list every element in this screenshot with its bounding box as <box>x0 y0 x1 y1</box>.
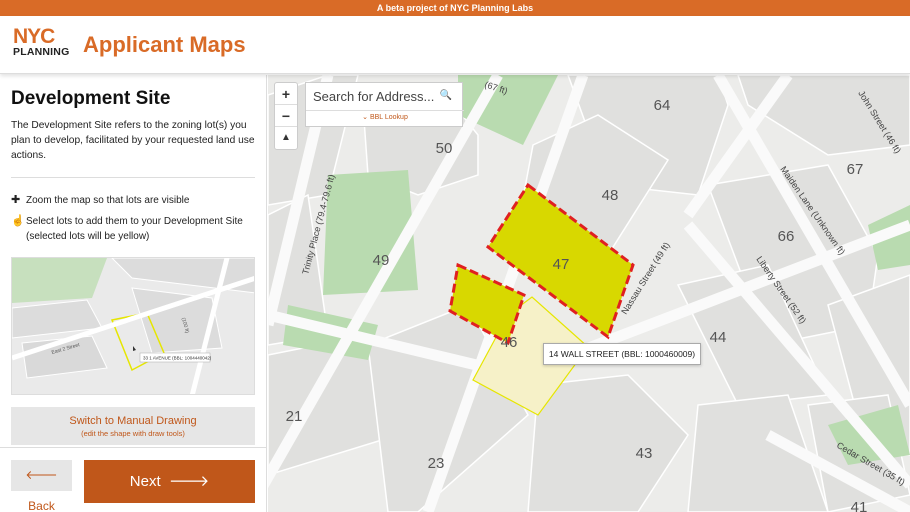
nyc-planning-logo[interactable]: NYC PLANNING <box>13 25 73 58</box>
beta-banner: A beta project of NYC Planning Labs <box>0 0 910 16</box>
arrow-right-icon: 🡒 <box>164 473 210 490</box>
search-icon[interactable]: 🔍 <box>440 90 452 101</box>
divider <box>11 177 255 178</box>
thumbnail-tooltip: 33 1 AVENUE (BBL: 1004440042) <box>143 356 212 361</box>
manual-button-label: Switch to Manual Drawing <box>69 415 197 427</box>
manual-button-sublabel: (edit the shape with draw tools) <box>81 429 185 438</box>
next-button-label: Next <box>129 473 161 490</box>
arrow-left-icon: 🡐 <box>25 468 58 482</box>
thumbnail-map: East 2 Street (100 ft) 33 1 AVENUE (BBL:… <box>12 258 254 394</box>
logo-planning-text: PLANNING <box>13 46 70 58</box>
map-canvas[interactable]: 64 50 48 67 47 49 66 46 44 21 23 43 41 (… <box>268 75 910 512</box>
lot-label: 46 <box>501 334 518 351</box>
lot-label: 43 <box>636 445 653 462</box>
lot-label: 48 <box>602 187 619 204</box>
app-header: NYC PLANNING Applicant Maps <box>0 16 910 74</box>
lot-label: 49 <box>373 252 390 269</box>
bbl-lookup-toggle[interactable]: ⌄ BBL Lookup <box>306 113 464 121</box>
lot-label: 67 <box>847 161 864 178</box>
zoom-out-button[interactable]: − <box>275 105 297 127</box>
map-view[interactable]: 64 50 48 67 47 49 66 46 44 21 23 43 41 (… <box>268 75 910 512</box>
page-title: Development Site <box>11 88 171 109</box>
hand-pointer-icon: ☝ <box>11 215 25 227</box>
lot-tooltip: 14 WALL STREET (BBL: 1000460009) <box>543 343 701 365</box>
chevron-down-icon: ⌄ <box>362 114 370 121</box>
app-title: Applicant Maps <box>83 32 246 57</box>
instruction-thumbnail: East 2 Street (100 ft) 33 1 AVENUE (BBL:… <box>11 257 255 395</box>
logo-nyc-text: NYC <box>13 25 55 48</box>
bbl-lookup-label: BBL Lookup <box>369 114 408 121</box>
switch-to-manual-drawing-button[interactable]: Switch to Manual Drawing (edit the shape… <box>11 407 255 445</box>
footer-divider <box>0 447 267 448</box>
lot-label: 44 <box>710 329 727 346</box>
back-button-label: Back <box>28 499 55 512</box>
zoom-in-button[interactable]: + <box>275 83 297 105</box>
instruction-select: ☝ Select lots to add them to your Develo… <box>11 214 261 244</box>
lot-label: 50 <box>436 140 453 157</box>
lot-label: 41 <box>851 499 868 512</box>
back-button[interactable]: 🡐 Back <box>11 460 72 512</box>
lot-label: 66 <box>778 228 795 245</box>
zoom-controls: + − ▲ <box>274 82 298 150</box>
instruction-zoom: ✚ Zoom the map so that lots are visible <box>11 193 189 208</box>
instruction-text: Zoom the map so that lots are visible <box>26 195 190 206</box>
address-search: 🔍 ⌄ BBL Lookup <box>305 82 464 127</box>
sidebar: Development Site The Development Site re… <box>0 75 267 512</box>
lot-label: 21 <box>286 408 303 425</box>
compass-icon[interactable]: ▲ <box>275 127 297 149</box>
next-button[interactable]: Next 🡒 <box>84 460 255 503</box>
page-description: The Development Site refers to the zonin… <box>11 120 255 161</box>
lot-label: 47 <box>553 256 570 273</box>
lot-label: 23 <box>428 455 445 472</box>
lot-label: 64 <box>654 97 671 114</box>
instruction-text: Select lots to add them to your Developm… <box>26 216 243 242</box>
plus-icon: ✚ <box>11 194 21 206</box>
